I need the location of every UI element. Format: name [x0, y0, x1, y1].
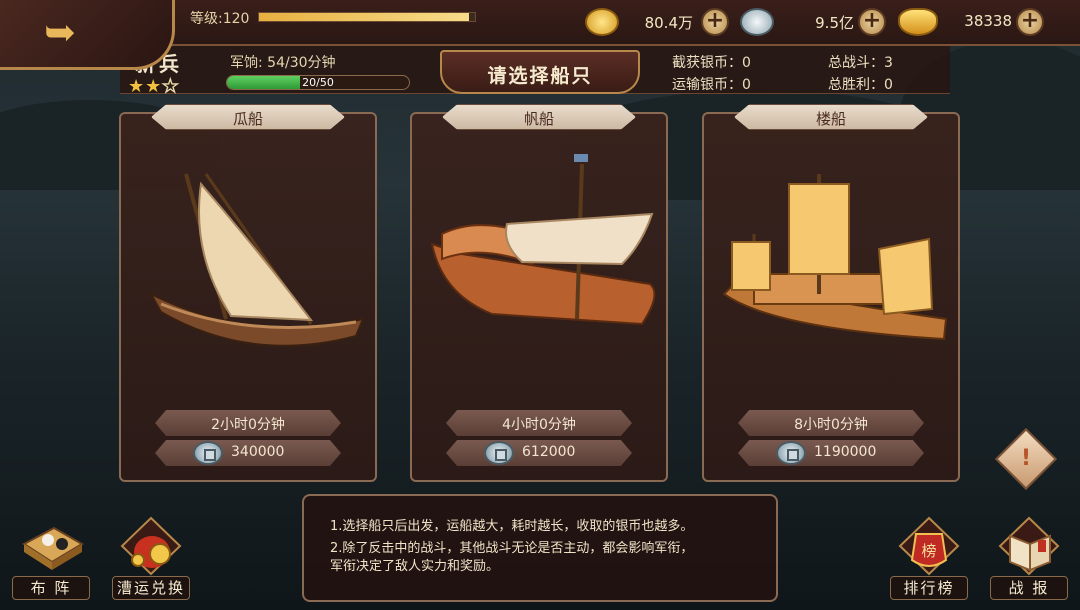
add-gold-button[interactable]: +: [701, 8, 729, 36]
notice-line-1: 1.选择船只后出发，运船越大，耗时越长，收取的银币也越多。: [330, 519, 694, 534]
ingot-value: 38338: [964, 12, 1012, 30]
currency-ingot: 38338 +: [898, 6, 1058, 38]
ship-cost: 612000: [522, 444, 576, 460]
total-battles-stat: 总战斗：3: [828, 55, 893, 71]
ranking-label: 排行榜: [890, 576, 968, 600]
transport-silver-stat: 运输银币：0: [672, 77, 751, 93]
sail-junk-image: [430, 154, 656, 326]
gold-coins-icon: [585, 8, 619, 36]
ranking-button[interactable]: 榜 排行榜: [884, 514, 974, 604]
voyage-time-bar: 4小时0分钟: [446, 410, 632, 436]
svg-text:榜: 榜: [921, 542, 936, 560]
ship-name: 帆船: [523, 110, 554, 128]
rules-notice: 1.选择船只后出发，运船越大，耗时越长，收取的银币也越多。 2.除了反击中的战斗…: [302, 494, 778, 602]
go-board-icon: [22, 526, 84, 570]
ship-card-lou[interactable]: 楼船 8小时0分钟 1190000: [702, 104, 960, 482]
voyage-time-bar: 8小时0分钟: [738, 410, 924, 436]
battle-report-label: 战 报: [990, 576, 1068, 600]
add-ingot-button[interactable]: +: [1016, 8, 1044, 36]
silver-coin-icon: [776, 441, 806, 465]
star-empty-icon: ★: [162, 75, 180, 97]
formation-button[interactable]: 布 阵: [6, 514, 96, 604]
ship-cost: 340000: [231, 444, 285, 460]
silver-coin-icon: [484, 441, 514, 465]
add-silver-button[interactable]: +: [858, 8, 886, 36]
page-title: 请选择船只: [487, 65, 593, 87]
gold-ingot-icon: [898, 8, 938, 36]
gold-value: 80.4万: [644, 14, 693, 32]
ship-name-bar: 瓜船: [151, 104, 345, 130]
silver-value: 9.5亿: [815, 14, 854, 32]
ship-name-bar: 楼船: [734, 104, 928, 130]
level-label: 等级:120: [190, 11, 250, 27]
notice-line-2: 2.除了反击中的战斗，其他战斗无论是否主动，都会影响军衔，: [330, 541, 694, 556]
small-sailboat-image: [148, 173, 365, 347]
ship-card-gua[interactable]: 瓜船 2小时0分钟 340000: [119, 104, 377, 482]
star-filled-icon: ★: [145, 76, 163, 97]
captured-silver-stat: 截获银币：0: [672, 55, 751, 71]
exchange-button[interactable]: 漕运兑换: [106, 514, 196, 604]
tower-ship-image: [722, 174, 948, 341]
pay-progress-text: 20/50: [302, 76, 334, 89]
battle-report-button[interactable]: 战 报: [984, 514, 1074, 604]
pay-progress-bar: 20/50: [226, 75, 410, 90]
currency-silver: 9.5亿 +: [740, 6, 890, 38]
notice-line-3: 军衔决定了敌人实力和奖励。: [330, 559, 500, 574]
level-progress-fill: [259, 13, 469, 21]
total-wins-stat: 总胜利：0: [828, 77, 893, 93]
ship-name: 瓜船: [232, 110, 263, 128]
exchange-label: 漕运兑换: [112, 576, 190, 600]
back-arrow-icon: ➥: [44, 10, 76, 54]
cost-bar: 612000: [446, 440, 632, 466]
pay-label: 军饷: 54/30分钟: [230, 55, 336, 71]
silver-coin-icon: [193, 441, 223, 465]
cost-bar: 1190000: [738, 440, 924, 466]
report-book-icon: [998, 516, 1060, 576]
ship-cost: 1190000: [814, 444, 877, 460]
rank-stars: ★★★: [128, 75, 180, 97]
cost-bar: 340000: [155, 440, 341, 466]
currency-gold: 80.4万 +: [585, 6, 735, 38]
voyage-time: 2小时0分钟: [211, 417, 285, 433]
ranking-medal-icon: 榜: [898, 516, 960, 576]
voyage-time-bar: 2小时0分钟: [155, 410, 341, 436]
exclamation-icon: !: [1020, 446, 1032, 471]
ship-name-bar: 帆船: [442, 104, 636, 130]
ship-card-fan[interactable]: 帆船 4小时0分钟 612000: [410, 104, 668, 482]
silver-coin-icon: [740, 8, 774, 36]
treasure-pouch-icon: [120, 516, 182, 576]
title-banner: 请选择船只: [440, 50, 640, 94]
star-filled-icon: ★: [128, 76, 146, 97]
back-button[interactable]: ➥: [0, 0, 175, 70]
ship-name: 楼船: [815, 110, 846, 128]
voyage-time: 8小时0分钟: [794, 417, 868, 433]
formation-label: 布 阵: [12, 576, 90, 600]
voyage-time: 4小时0分钟: [502, 417, 576, 433]
level-progress-bar: [258, 12, 476, 22]
